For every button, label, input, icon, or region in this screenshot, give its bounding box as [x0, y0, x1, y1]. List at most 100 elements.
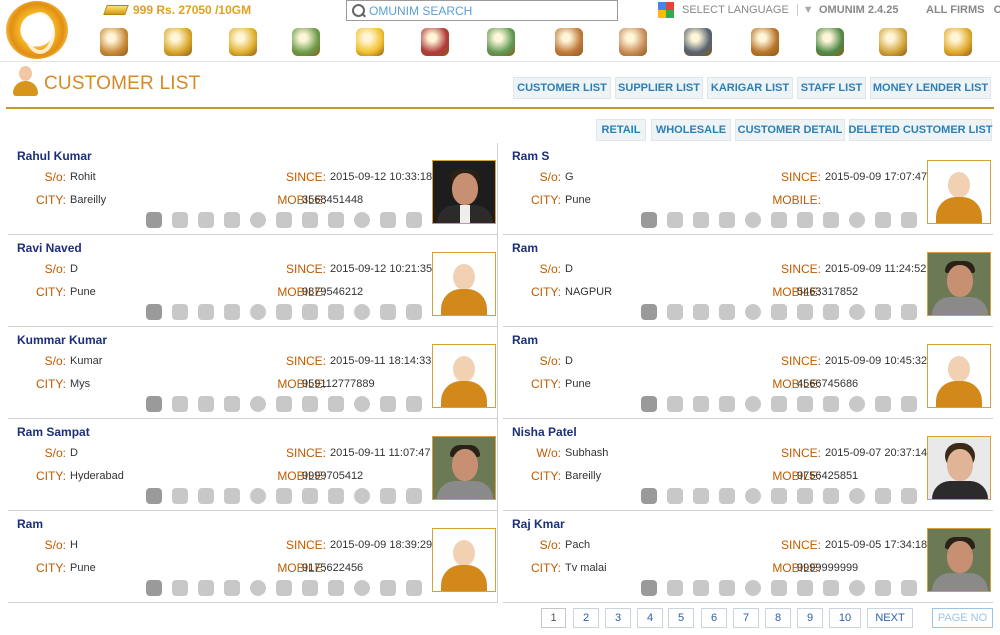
notes-icon[interactable]: [693, 580, 709, 596]
customer-card[interactable]: Ram S/o: H CITY: Pune SINCE: 2015-09-09 18:39:…: [8, 511, 498, 603]
user-icon[interactable]: [172, 580, 188, 596]
balance-icon[interactable]: [380, 580, 396, 596]
bag-icon[interactable]: [406, 396, 422, 412]
alert-icon[interactable]: [849, 488, 865, 504]
coins-icon[interactable]: [229, 28, 257, 56]
home-icon[interactable]: [641, 304, 657, 320]
customer-name[interactable]: Ram Sampat: [17, 425, 90, 439]
customer-photo[interactable]: [432, 528, 496, 592]
customer-card[interactable]: Raj Kmar S/o: Pach CITY: Tv malai SINCE: 2015-…: [503, 511, 993, 603]
customer-name[interactable]: Ram: [17, 517, 43, 531]
page-button[interactable]: 7: [733, 608, 759, 628]
balance-icon[interactable]: [875, 396, 891, 412]
balance-icon[interactable]: [380, 212, 396, 228]
page-no-input[interactable]: PAGE NO: [932, 608, 993, 628]
home-icon[interactable]: [641, 396, 657, 412]
customer-name[interactable]: Ram: [512, 333, 538, 347]
pen-icon[interactable]: [328, 580, 344, 596]
search-icon[interactable]: [351, 3, 367, 19]
chat-icon[interactable]: [797, 212, 813, 228]
bag-icon[interactable]: [901, 488, 917, 504]
bag-icon[interactable]: [406, 212, 422, 228]
add-user-icon[interactable]: [619, 28, 647, 56]
page-button[interactable]: 10: [829, 608, 861, 628]
hammer-icon[interactable]: [771, 488, 787, 504]
customer-photo[interactable]: [432, 344, 496, 408]
bag-icon[interactable]: [901, 580, 917, 596]
pen-icon[interactable]: [328, 212, 344, 228]
stack-icon[interactable]: [719, 488, 735, 504]
user-icon[interactable]: [667, 212, 683, 228]
subtab-wholesale[interactable]: WHOLESALE: [651, 119, 731, 141]
alert-icon[interactable]: [849, 396, 865, 412]
tab-customer-list[interactable]: CUSTOMER LIST: [513, 77, 611, 99]
pen-icon[interactable]: [823, 488, 839, 504]
bag-icon[interactable]: [901, 212, 917, 228]
money-bag-icon[interactable]: [487, 28, 515, 56]
circle-icon[interactable]: [250, 488, 266, 504]
circle-icon[interactable]: [250, 580, 266, 596]
hammer-icon[interactable]: [276, 212, 292, 228]
stack-icon[interactable]: [224, 212, 240, 228]
tab-money-lender-list[interactable]: MONEY LENDER LIST: [870, 77, 991, 99]
next-page-button[interactable]: NEXT: [867, 608, 913, 628]
customer-photo[interactable]: [927, 528, 991, 592]
home-icon[interactable]: [641, 488, 657, 504]
customer-name[interactable]: Raj Kmar: [512, 517, 565, 531]
customer-name[interactable]: Kummar Kumar: [17, 333, 107, 347]
new-icon[interactable]: [356, 28, 384, 56]
customer-photo[interactable]: [432, 252, 496, 316]
user-icon[interactable]: [172, 488, 188, 504]
hammer-icon[interactable]: [276, 580, 292, 596]
balance-icon[interactable]: [875, 580, 891, 596]
home-icon[interactable]: [100, 28, 128, 56]
firm-selector[interactable]: ALL FIRMS OM: [926, 4, 1000, 16]
subtab-deleted-customer-list[interactable]: DELETED CUSTOMER LIST: [848, 119, 993, 141]
pen-icon[interactable]: [823, 212, 839, 228]
home-icon[interactable]: [146, 304, 162, 320]
coin-chart-icon[interactable]: [944, 28, 972, 56]
search-input[interactable]: [369, 3, 609, 18]
home-icon[interactable]: [146, 580, 162, 596]
chat-icon[interactable]: [302, 488, 318, 504]
home-icon[interactable]: [146, 396, 162, 412]
sack-icon[interactable]: [751, 28, 779, 56]
notes-icon[interactable]: [198, 304, 214, 320]
chat-icon[interactable]: [797, 396, 813, 412]
stack-icon[interactable]: [224, 396, 240, 412]
chat-icon[interactable]: [302, 396, 318, 412]
customer-photo[interactable]: [927, 344, 991, 408]
page-button[interactable]: 3: [605, 608, 631, 628]
alert-icon[interactable]: [354, 488, 370, 504]
page-button[interactable]: 8: [765, 608, 791, 628]
notes-icon[interactable]: [693, 396, 709, 412]
cash-stack-icon[interactable]: [816, 28, 844, 56]
balance-icon[interactable]: [875, 212, 891, 228]
chevron-down-icon[interactable]: ▼: [796, 4, 814, 16]
hammer-icon[interactable]: [771, 212, 787, 228]
hammer-icon[interactable]: [421, 28, 449, 56]
customer-photo[interactable]: [927, 160, 991, 224]
bag-icon[interactable]: [901, 396, 917, 412]
tab-staff-list[interactable]: STAFF LIST: [797, 77, 866, 99]
hammer-icon[interactable]: [771, 396, 787, 412]
bag-icon[interactable]: [406, 488, 422, 504]
customer-photo[interactable]: [432, 436, 496, 500]
pen-icon[interactable]: [328, 488, 344, 504]
chat-icon[interactable]: [797, 580, 813, 596]
home-icon[interactable]: [641, 212, 657, 228]
balance-icon[interactable]: [380, 396, 396, 412]
tab-karigar-list[interactable]: KARIGAR LIST: [707, 77, 793, 99]
customer-card[interactable]: Ravi Naved S/o: D CITY: Pune SINCE: 2015-09-12…: [8, 235, 498, 327]
add-money-icon[interactable]: [164, 28, 192, 56]
customer-photo[interactable]: [927, 252, 991, 316]
pen-icon[interactable]: [823, 304, 839, 320]
balance-icon[interactable]: [380, 488, 396, 504]
home-icon[interactable]: [641, 580, 657, 596]
notes-icon[interactable]: [198, 212, 214, 228]
customer-card[interactable]: Rahul Kumar S/o: Rohit CITY: Bareilly SINCE: 2…: [8, 143, 498, 235]
language-selector[interactable]: SELECT LANGUAGE ▼: [658, 2, 814, 18]
hand-coins-icon[interactable]: [879, 28, 907, 56]
customer-name[interactable]: Nisha Patel: [512, 425, 577, 439]
page-button[interactable]: 2: [573, 608, 599, 628]
